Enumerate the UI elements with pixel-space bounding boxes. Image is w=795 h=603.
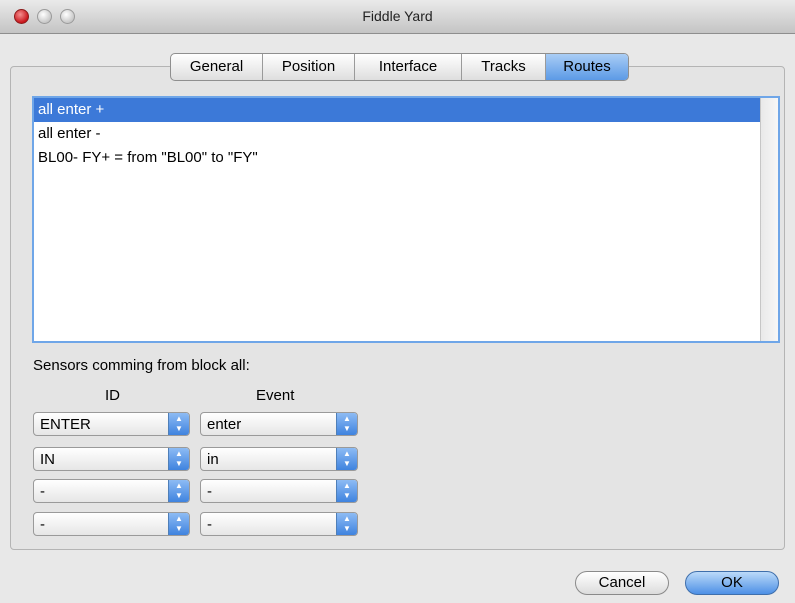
sensor-id-select[interactable]: - ▲ ▼ [33, 512, 190, 536]
tab-routes[interactable]: Routes [546, 54, 628, 80]
updown-arrows-icon: ▲ ▼ [168, 513, 189, 535]
routes-list[interactable]: all enter + all enter - BL00- FY+ = from… [32, 96, 780, 343]
list-item[interactable]: BL00- FY+ = from "BL00" to "FY" [34, 146, 778, 170]
sensor-id-value: - [40, 483, 45, 500]
window-title: Fiddle Yard [362, 8, 433, 24]
sensor-event-select[interactable]: - ▲ ▼ [200, 512, 358, 536]
routes-list-scrollbar[interactable] [760, 98, 778, 341]
sensor-event-select[interactable]: - ▲ ▼ [200, 479, 358, 503]
updown-arrows-icon: ▲ ▼ [336, 413, 357, 435]
title-bar: Fiddle Yard [0, 0, 795, 34]
ok-button[interactable]: OK [685, 571, 779, 595]
tab-bar: General Position Interface Tracks Routes [170, 53, 629, 81]
sensor-id-value: ENTER [40, 416, 91, 433]
tab-interface[interactable]: Interface [355, 54, 462, 80]
sensor-id-select[interactable]: - ▲ ▼ [33, 479, 190, 503]
updown-arrows-icon: ▲ ▼ [168, 413, 189, 435]
updown-arrows-icon: ▲ ▼ [168, 480, 189, 502]
list-item[interactable]: all enter - [34, 122, 778, 146]
sensor-event-select[interactable]: in ▲ ▼ [200, 447, 358, 471]
sensor-event-value: in [207, 451, 219, 468]
sensor-event-value: enter [207, 416, 242, 433]
list-item[interactable]: all enter + [34, 98, 778, 122]
sensor-event-select[interactable]: enter ▲ ▼ [200, 412, 358, 436]
id-column-header: ID [105, 387, 120, 404]
tab-tracks[interactable]: Tracks [462, 54, 546, 80]
sensor-id-select[interactable]: IN ▲ ▼ [33, 447, 190, 471]
sensor-id-value: - [40, 516, 45, 533]
updown-arrows-icon: ▲ ▼ [168, 448, 189, 470]
updown-arrows-icon: ▲ ▼ [336, 480, 357, 502]
tab-general[interactable]: General [171, 54, 263, 80]
event-column-header: Event [256, 387, 295, 404]
updown-arrows-icon: ▲ ▼ [336, 448, 357, 470]
sensor-event-value: - [207, 483, 212, 500]
sensor-id-select[interactable]: ENTER ▲ ▼ [33, 412, 190, 436]
sensors-label: Sensors comming from block all: [33, 357, 250, 374]
updown-arrows-icon: ▲ ▼ [336, 513, 357, 535]
tab-position[interactable]: Position [263, 54, 355, 80]
sensor-id-value: IN [40, 451, 55, 468]
sensor-event-value: - [207, 516, 212, 533]
cancel-button[interactable]: Cancel [575, 571, 669, 595]
